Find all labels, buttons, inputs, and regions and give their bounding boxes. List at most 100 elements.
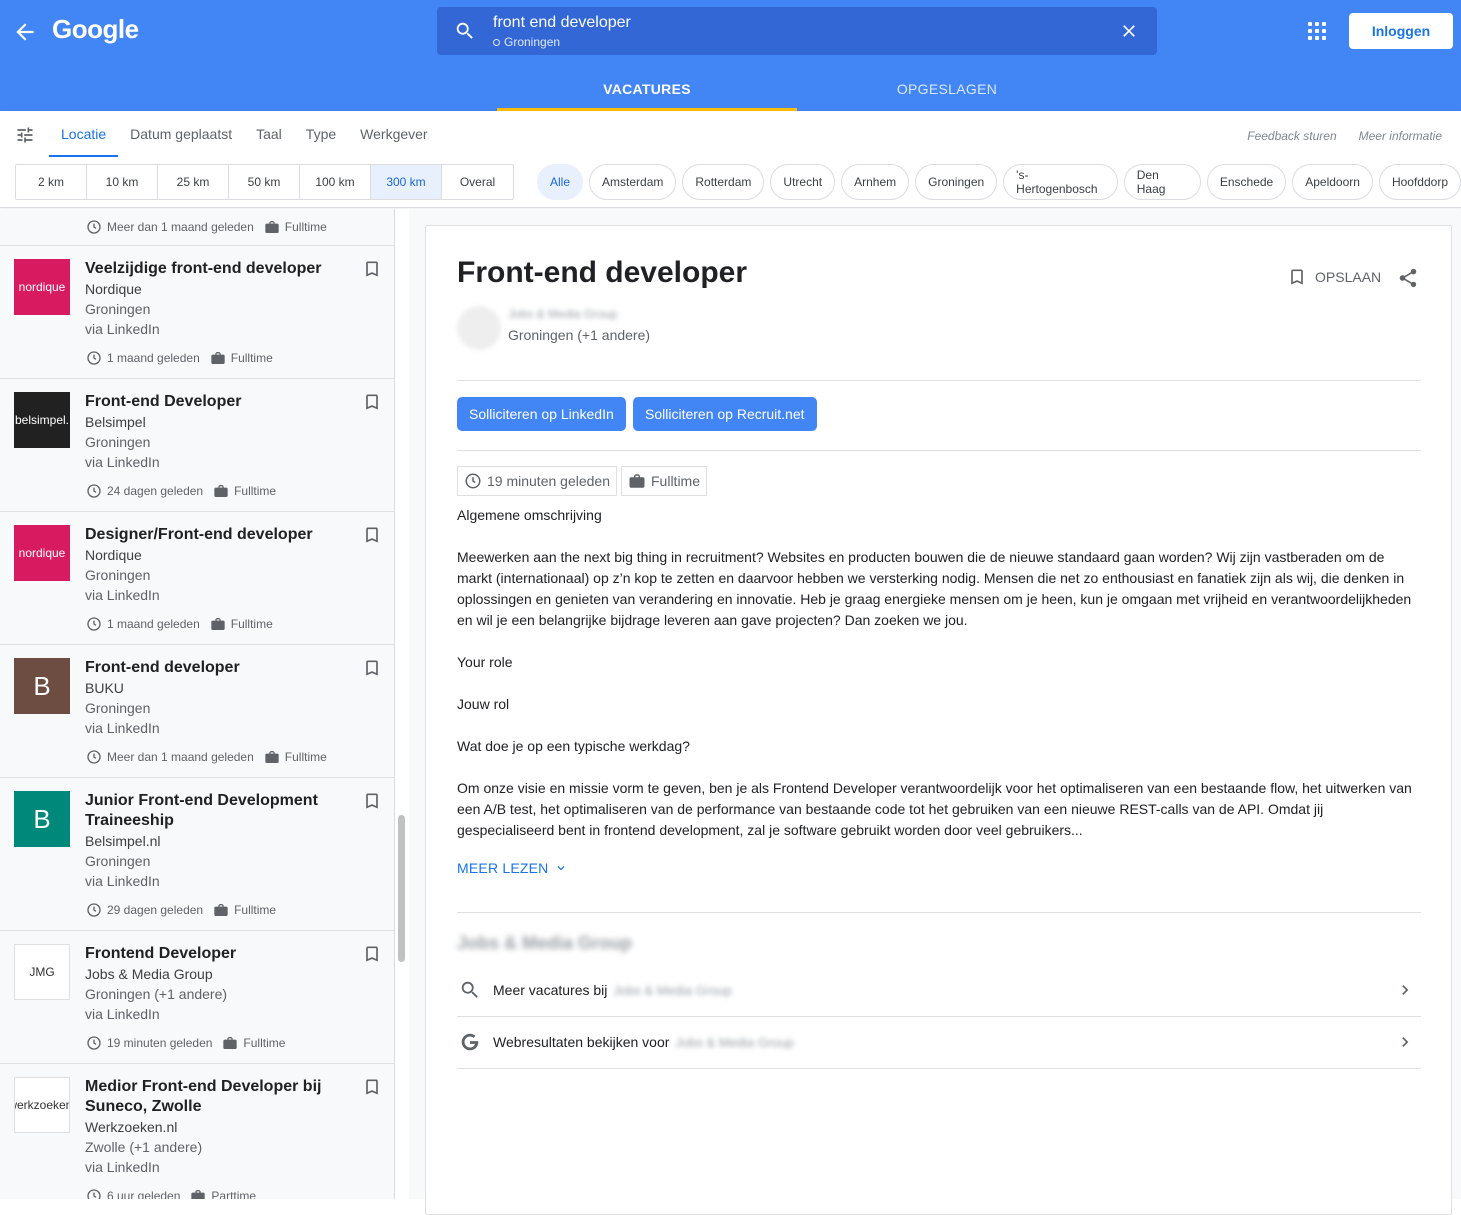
distance-option[interactable]: 2 km xyxy=(16,165,87,199)
city-chip[interactable]: Hoofddorp xyxy=(1378,164,1461,200)
job-title[interactable]: Veelzijdige front-end developer xyxy=(85,259,350,279)
job-title[interactable]: Front-end developer xyxy=(85,658,350,678)
filter-tabs: Locatie Datum geplaatst Taal Type Werkge… xyxy=(49,111,440,157)
filter-settings-icon[interactable] xyxy=(14,125,36,145)
job-title[interactable]: Designer/Front-end developer xyxy=(85,525,350,545)
filter-tab-locatie[interactable]: Locatie xyxy=(49,111,119,157)
list-item[interactable]: belsimpel. Front-end Developer Belsimpel Gr… xyxy=(0,379,394,512)
city-chip[interactable]: Utrecht xyxy=(770,164,836,200)
filter-links: Feedback sturen Meer informatie xyxy=(1247,129,1442,143)
filter-tab-type[interactable]: Type xyxy=(294,111,348,157)
city-chip[interactable]: Amsterdam xyxy=(589,164,677,200)
company-name-blurred: Jobs & Media Group xyxy=(613,982,732,998)
apply-linkedin-button[interactable]: Solliciteren op LinkedIn xyxy=(457,397,626,431)
city-chip[interactable]: Rotterdam xyxy=(682,164,765,200)
job-meta: 1 maand geleden Fulltime xyxy=(86,350,273,366)
distance-option[interactable]: 25 km xyxy=(158,165,229,199)
scrollbar[interactable] xyxy=(395,209,409,1199)
distance-option-selected[interactable]: 300 km xyxy=(371,165,442,199)
briefcase-icon xyxy=(191,1190,206,1199)
bookmark-icon[interactable] xyxy=(362,657,382,679)
filter-tab-werkgever[interactable]: Werkgever xyxy=(348,111,439,157)
distance-option[interactable]: Overal xyxy=(442,165,513,199)
apps-grid-icon[interactable] xyxy=(1308,22,1326,40)
job-type: Fulltime xyxy=(234,903,277,917)
bookmark-icon xyxy=(1291,269,1303,285)
job-source: via LinkedIn xyxy=(85,1006,160,1022)
list-item-partial[interactable]: Meer dan 1 maand geleden Fulltime xyxy=(0,209,394,246)
tab-vacatures[interactable]: VACATURES xyxy=(497,67,797,111)
briefcase-icon xyxy=(265,751,279,763)
bookmark-icon[interactable] xyxy=(362,1076,382,1098)
share-icon[interactable] xyxy=(1397,266,1419,290)
scrollbar-thumb[interactable] xyxy=(398,815,405,962)
job-type: Fulltime xyxy=(230,617,273,631)
search-query-text[interactable]: front end developer xyxy=(493,14,631,32)
job-posted: 19 minuten geleden xyxy=(107,1036,213,1050)
search-icon[interactable] xyxy=(454,20,476,42)
filter-tab-taal[interactable]: Taal xyxy=(244,111,294,157)
search-box[interactable]: front end developer Groningen xyxy=(437,7,1157,55)
apply-recruit-button[interactable]: Solliciteren op Recruit.net xyxy=(633,397,817,431)
distance-option[interactable]: 10 km xyxy=(87,165,158,199)
more-info-link[interactable]: Meer informatie xyxy=(1359,129,1442,143)
job-title[interactable]: Junior Front-end Development Traineeship xyxy=(85,791,350,831)
city-chip[interactable]: Den Haag xyxy=(1123,164,1201,200)
bookmark-icon[interactable] xyxy=(362,790,382,812)
clock-icon xyxy=(87,484,101,498)
job-list[interactable]: Meer dan 1 maand geleden Fulltime nordiq… xyxy=(0,209,395,1199)
bookmark-icon[interactable] xyxy=(362,258,382,280)
save-label: OPSLAAN xyxy=(1315,269,1382,285)
city-chips: Alle Amsterdam Rotterdam Utrecht Arnhem … xyxy=(537,164,1461,200)
briefcase-icon xyxy=(214,904,228,916)
job-company: Belsimpel xyxy=(85,414,146,430)
job-meta: Meer dan 1 maand geleden Fulltime xyxy=(86,219,327,235)
list-item[interactable]: B Front-end developer BUKU Groningen via Lin… xyxy=(0,645,394,778)
close-icon[interactable] xyxy=(1119,21,1139,41)
feedback-link[interactable]: Feedback sturen xyxy=(1247,129,1336,143)
bookmark-icon[interactable] xyxy=(362,524,382,546)
save-button[interactable]: OPSLAAN xyxy=(1287,266,1381,288)
list-item[interactable]: nordique Veelzijdige front-end developer N… xyxy=(0,246,394,379)
list-item[interactable]: werkzoeken. Medior Front-end Developer bi… xyxy=(0,1064,394,1199)
list-item[interactable]: nordique Designer/Front-end developer Nord… xyxy=(0,512,394,645)
google-logo[interactable]: Google xyxy=(52,14,139,45)
city-chip[interactable]: Apeldoorn xyxy=(1292,164,1373,200)
list-item[interactable]: JMG Frontend Developer Jobs & Media Group G… xyxy=(0,931,394,1064)
more-jobs-row[interactable]: Meer vacatures bij Jobs & Media Group xyxy=(457,964,1421,1016)
city-chip[interactable]: 's-Hertogenbosch xyxy=(1003,164,1118,200)
job-posted: 6 uur geleden xyxy=(107,1189,181,1199)
job-company: Nordique xyxy=(85,281,142,297)
job-source: via LinkedIn xyxy=(85,1159,160,1175)
search-location[interactable]: Groningen xyxy=(493,35,560,49)
job-title[interactable]: Frontend Developer xyxy=(85,944,350,964)
main-tabs: VACATURES OPGESLAGEN xyxy=(0,67,1461,111)
bookmark-icon[interactable] xyxy=(362,943,382,965)
bookmark-icon[interactable] xyxy=(362,391,382,413)
job-location: Groningen (+1 andere) xyxy=(85,986,228,1002)
city-chip-selected[interactable]: Alle xyxy=(537,164,584,200)
job-title[interactable]: Medior Front-end Developer bij Suneco, Z… xyxy=(85,1077,350,1117)
company-logo: B xyxy=(14,791,70,847)
filter-tab-datum[interactable]: Datum geplaatst xyxy=(118,111,244,157)
job-company: Jobs & Media Group xyxy=(85,966,213,982)
city-chip[interactable]: Arnhem xyxy=(841,164,910,200)
tab-opgeslagen[interactable]: OPGESLAGEN xyxy=(797,67,1097,111)
job-posted: 29 dagen geleden xyxy=(107,903,204,917)
city-chip[interactable]: Groningen xyxy=(915,164,998,200)
job-detail-title: Front-end developer xyxy=(457,256,748,289)
top-app-bar: Google front end developer Groningen Inl… xyxy=(0,0,1461,111)
distance-option[interactable]: 50 km xyxy=(229,165,300,199)
briefcase-icon xyxy=(211,618,225,630)
briefcase-icon xyxy=(211,352,225,364)
web-results-row[interactable]: Webresultaten bekijken voor Jobs & Media… xyxy=(457,1016,1421,1068)
job-type: Fulltime xyxy=(243,1036,286,1050)
distance-option[interactable]: 100 km xyxy=(300,165,371,199)
list-item[interactable]: B Junior Front-end Development Traineeshi… xyxy=(0,778,394,931)
job-title[interactable]: Front-end Developer xyxy=(85,392,350,412)
back-arrow-icon[interactable] xyxy=(12,19,38,45)
login-button[interactable]: Inloggen xyxy=(1349,13,1453,49)
city-chip[interactable]: Enschede xyxy=(1206,164,1287,200)
description-paragraph: Wat doe je op een typische werkdag? xyxy=(457,738,690,754)
read-more-button[interactable]: MEER LEZEN xyxy=(457,860,568,876)
